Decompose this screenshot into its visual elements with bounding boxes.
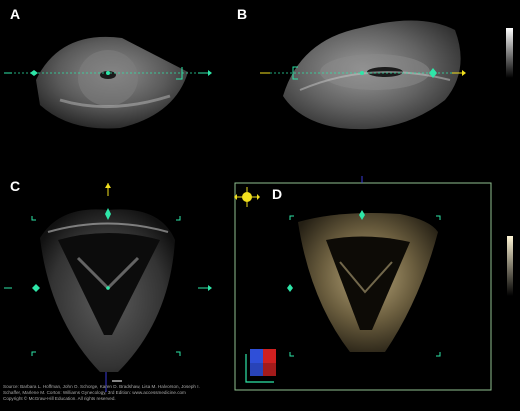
panel-a-image <box>4 36 212 129</box>
credit-line-3: Copyright © McGraw-Hill Education. All r… <box>3 396 116 401</box>
orientation-sphere-icon <box>234 187 260 207</box>
orientation-cube-icon <box>245 349 276 383</box>
panel-c-image <box>4 183 212 392</box>
panel-label-c: C <box>10 178 21 194</box>
source-credit: Source: Barbara L. Hoffman, John O. Scho… <box>3 384 343 402</box>
grayscale-bar <box>506 28 513 78</box>
panel-d-image <box>287 210 441 357</box>
panel-label-d: D <box>272 186 283 202</box>
panel-label-b: B <box>237 6 248 22</box>
render-color-bar <box>507 236 513 296</box>
panel-b-image <box>260 20 466 130</box>
ultrasound-figure <box>4 20 513 392</box>
panel-label-a: A <box>10 6 21 22</box>
